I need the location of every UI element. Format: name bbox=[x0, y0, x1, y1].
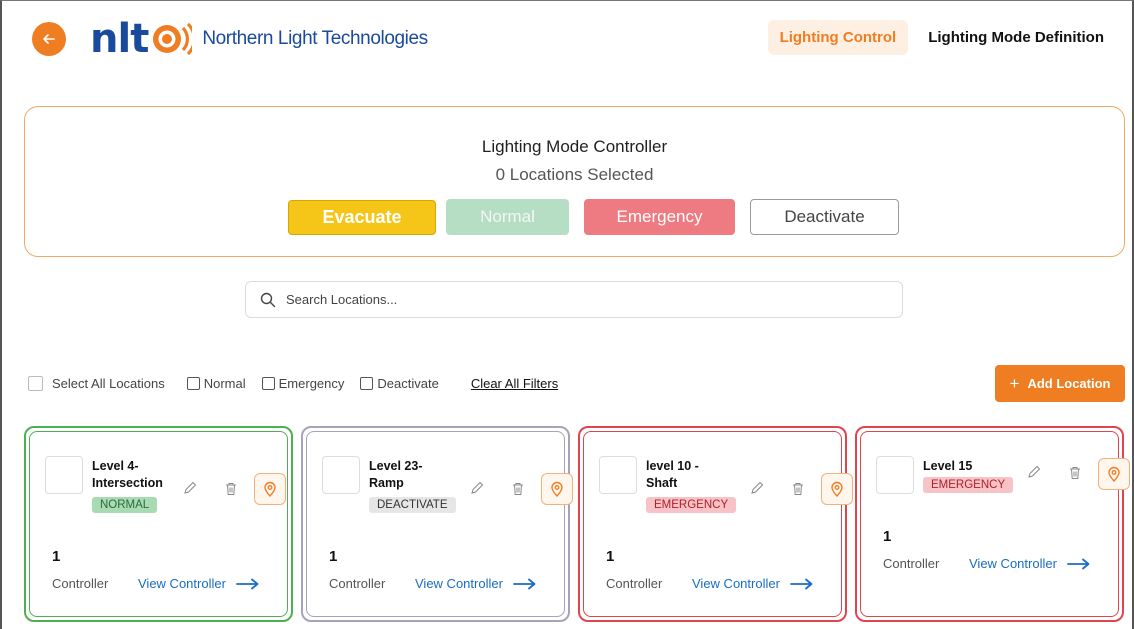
panel-title: Lighting Mode Controller bbox=[481, 137, 668, 156]
edit-icon[interactable] bbox=[1026, 464, 1042, 480]
view-controller-label: View Controller bbox=[969, 556, 1057, 571]
location-card[interactable]: Level 4- Intersection NORMAL 1 Controlle… bbox=[24, 426, 293, 622]
edit-icon[interactable] bbox=[469, 480, 485, 496]
location-card[interactable]: Level 15 EMERGENCY 1 Controller View Con… bbox=[855, 426, 1130, 622]
controller-count: 1 bbox=[52, 548, 61, 565]
status-badge: NORMAL bbox=[92, 497, 158, 513]
checkbox-icon bbox=[186, 377, 200, 390]
add-location-label: Add Location bbox=[1027, 376, 1111, 391]
delete-icon[interactable] bbox=[1067, 465, 1083, 481]
checkbox-icon bbox=[360, 377, 374, 390]
filter-deactivate-checkbox[interactable]: Deactivate bbox=[360, 376, 439, 391]
controller-label: Controller bbox=[52, 576, 109, 591]
location-thumbnail bbox=[876, 456, 914, 494]
map-pin-icon bbox=[264, 481, 276, 497]
arrow-right-icon bbox=[790, 578, 813, 589]
select-all-label: Select All Locations bbox=[52, 376, 165, 391]
deactivate-button[interactable]: Deactivate bbox=[750, 199, 899, 235]
lighting-mode-controller-panel: Lighting Mode Controller 0 Locations Sel… bbox=[24, 106, 1125, 257]
arrow-left-icon bbox=[43, 34, 55, 44]
arrow-right-icon bbox=[513, 578, 536, 589]
controller-label: Controller bbox=[883, 556, 940, 571]
emergency-button[interactable]: Emergency bbox=[584, 199, 735, 235]
location-thumbnail bbox=[599, 456, 637, 494]
status-badge: EMERGENCY bbox=[923, 477, 1014, 493]
location-card[interactable]: level 10 - Shaft EMERGENCY 1 Controller … bbox=[578, 426, 853, 622]
checkbox-icon bbox=[261, 377, 275, 390]
checkbox-icon bbox=[28, 376, 43, 391]
tab-lighting-mode-definition[interactable]: Lighting Mode Definition bbox=[916, 20, 1116, 55]
add-location-button[interactable]: + Add Location bbox=[995, 365, 1125, 402]
company-name: Northern Light Technologies bbox=[202, 28, 428, 49]
company-logo: nlt Northern Light Technologies bbox=[90, 14, 428, 64]
location-name: Level 15 bbox=[923, 459, 973, 473]
location-pin-button[interactable] bbox=[1098, 458, 1130, 490]
controller-label: Controller bbox=[606, 576, 663, 591]
location-pin-button[interactable] bbox=[541, 473, 573, 505]
location-pin-button[interactable] bbox=[821, 473, 853, 505]
search-input[interactable] bbox=[286, 292, 902, 307]
view-controller-link[interactable]: View Controller bbox=[969, 556, 1091, 571]
evacuate-button[interactable]: Evacuate bbox=[288, 200, 436, 235]
location-name: Level 4- Intersection bbox=[92, 459, 163, 490]
filter-normal-label: Normal bbox=[203, 376, 246, 391]
delete-icon[interactable] bbox=[790, 481, 806, 497]
controller-count: 1 bbox=[329, 548, 338, 565]
top-nav: Lighting Control Lighting Mode Definitio… bbox=[767, 20, 1116, 55]
search-icon bbox=[260, 292, 276, 307]
arrow-right-icon bbox=[236, 578, 259, 589]
view-controller-label: View Controller bbox=[415, 576, 503, 591]
clear-all-filters-link[interactable]: Clear All Filters bbox=[471, 376, 558, 391]
location-thumbnail bbox=[322, 456, 360, 494]
tab-lighting-control[interactable]: Lighting Control bbox=[767, 20, 909, 55]
logo-mark: nlt bbox=[90, 16, 149, 62]
controller-count: 1 bbox=[883, 528, 892, 545]
delete-icon[interactable] bbox=[510, 481, 526, 497]
location-card[interactable]: Level 23- Ramp DEACTIVATE 1 Controller V… bbox=[301, 426, 573, 622]
view-controller-label: View Controller bbox=[692, 576, 780, 591]
controller-count: 1 bbox=[606, 548, 615, 565]
plus-icon: + bbox=[1009, 373, 1020, 393]
delete-icon[interactable] bbox=[223, 481, 239, 497]
arrow-right-icon bbox=[1067, 558, 1090, 569]
edit-icon[interactable] bbox=[749, 480, 765, 496]
search-box bbox=[245, 281, 903, 318]
map-pin-icon bbox=[1108, 466, 1120, 482]
edit-icon[interactable] bbox=[182, 480, 198, 496]
view-controller-link[interactable]: View Controller bbox=[138, 576, 260, 591]
map-pin-icon bbox=[551, 481, 563, 497]
locations-selected-count: 0 Locations Selected bbox=[495, 165, 654, 184]
filter-emergency-label: Emergency bbox=[278, 376, 345, 391]
select-all-checkbox[interactable]: Select All Locations bbox=[28, 376, 165, 391]
logo-light-icon bbox=[153, 22, 193, 56]
filter-emergency-checkbox[interactable]: Emergency bbox=[261, 376, 345, 391]
filter-deactivate-label: Deactivate bbox=[377, 376, 439, 391]
map-pin-icon bbox=[831, 481, 843, 497]
location-thumbnail bbox=[45, 456, 83, 494]
status-badge: EMERGENCY bbox=[646, 497, 737, 513]
back-button[interactable] bbox=[32, 22, 66, 56]
normal-button[interactable]: Normal bbox=[446, 199, 569, 235]
status-badge: DEACTIVATE bbox=[369, 497, 456, 513]
location-name: level 10 - Shaft bbox=[646, 459, 699, 490]
location-name: Level 23- Ramp bbox=[369, 459, 423, 490]
controller-label: Controller bbox=[329, 576, 386, 591]
view-controller-label: View Controller bbox=[138, 576, 226, 591]
view-controller-link[interactable]: View Controller bbox=[692, 576, 814, 591]
view-controller-link[interactable]: View Controller bbox=[415, 576, 537, 591]
filter-row: Select All Locations Normal Emergency De… bbox=[28, 376, 558, 391]
location-pin-button[interactable] bbox=[254, 473, 286, 505]
filter-normal-checkbox[interactable]: Normal bbox=[186, 376, 246, 391]
